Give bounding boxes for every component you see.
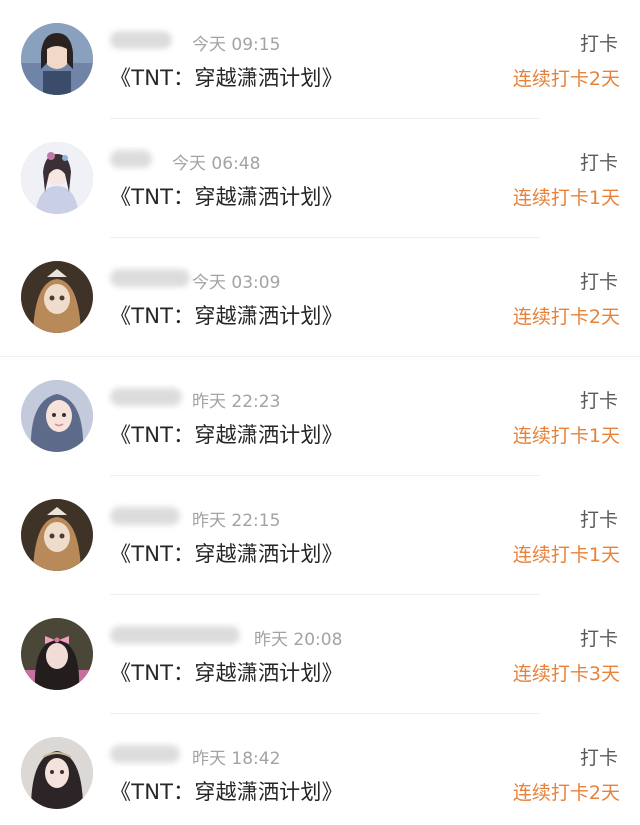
post-time: 昨天 22:15 [192,511,281,531]
list-item[interactable]: 昨天 20:08 《TNT：穿越潇洒计划》 打卡 连续打卡3天 [0,595,640,714]
checkin-label[interactable]: 打卡 [580,29,618,56]
plan-title[interactable]: 《TNT：穿越潇洒计划》 [110,181,343,211]
blurred-username [110,507,180,525]
plan-title[interactable]: 《TNT：穿越潇洒计划》 [110,538,343,568]
avatar[interactable] [21,618,93,690]
post-time: 今天 09:15 [192,35,281,55]
checkin-label[interactable]: 打卡 [580,267,618,294]
checkin-label[interactable]: 打卡 [580,148,618,175]
avatar[interactable] [21,380,93,452]
plan-title[interactable]: 《TNT：穿越潇洒计划》 [110,62,343,92]
avatar[interactable] [21,142,93,214]
streak-label: 连续打卡2天 [512,68,620,90]
blurred-username [110,626,240,644]
avatar[interactable] [21,23,93,95]
checkin-feed: 今天 09:15 《TNT：穿越潇洒计划》 打卡 连续打卡2天 今天 06:48… [0,0,640,825]
streak-label: 连续打卡3天 [512,663,620,685]
list-item[interactable]: 昨天 22:23 《TNT：穿越潇洒计划》 打卡 连续打卡1天 [0,357,640,476]
streak-label: 连续打卡2天 [512,782,620,804]
streak-label: 连续打卡2天 [512,306,620,328]
plan-title[interactable]: 《TNT：穿越潇洒计划》 [110,300,343,330]
blurred-username [110,31,172,49]
avatar[interactable] [21,261,93,333]
avatar[interactable] [21,737,93,809]
streak-label: 连续打卡1天 [512,187,620,209]
post-time: 昨天 22:23 [192,392,281,412]
plan-title[interactable]: 《TNT：穿越潇洒计划》 [110,776,343,806]
checkin-label[interactable]: 打卡 [580,624,618,651]
list-item[interactable]: 今天 09:15 《TNT：穿越潇洒计划》 打卡 连续打卡2天 [0,0,640,119]
plan-title[interactable]: 《TNT：穿越潇洒计划》 [110,657,343,687]
blurred-username [110,745,180,763]
blurred-username [110,269,190,287]
checkin-label[interactable]: 打卡 [580,743,618,770]
blurred-username [110,388,182,406]
list-item[interactable]: 今天 03:09 《TNT：穿越潇洒计划》 打卡 连续打卡2天 [0,238,640,357]
post-time: 昨天 20:08 [254,630,343,650]
streak-label: 连续打卡1天 [512,544,620,566]
blurred-username [110,150,152,168]
plan-title[interactable]: 《TNT：穿越潇洒计划》 [110,419,343,449]
list-item[interactable]: 昨天 22:15 《TNT：穿越潇洒计划》 打卡 连续打卡1天 [0,476,640,595]
streak-label: 连续打卡1天 [512,425,620,447]
avatar[interactable] [21,499,93,571]
list-item[interactable]: 昨天 18:42 《TNT：穿越潇洒计划》 打卡 连续打卡2天 [0,714,640,825]
post-time: 今天 06:48 [172,154,261,174]
post-time: 今天 03:09 [192,273,281,293]
checkin-label[interactable]: 打卡 [580,386,618,413]
list-item[interactable]: 今天 06:48 《TNT：穿越潇洒计划》 打卡 连续打卡1天 [0,119,640,238]
post-time: 昨天 18:42 [192,749,281,769]
checkin-label[interactable]: 打卡 [580,505,618,532]
